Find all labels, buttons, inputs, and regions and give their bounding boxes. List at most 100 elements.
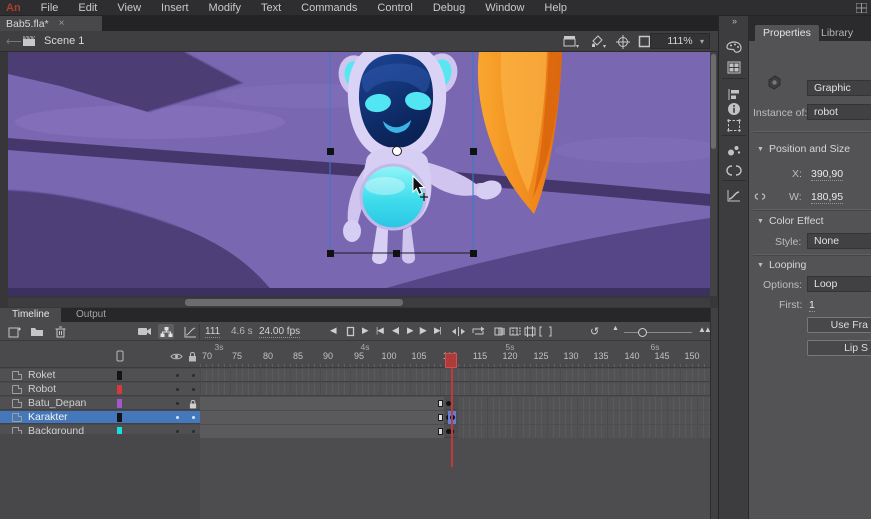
step-forward-button[interactable]: |▶ — [419, 325, 426, 336]
loop-options-select[interactable]: Loop — [807, 276, 871, 292]
show-hide-all-layers-icon[interactable] — [170, 352, 183, 361]
layer-visibility-dot[interactable] — [176, 416, 179, 419]
w-value[interactable]: 180,95 — [811, 191, 843, 204]
layer-outline-color-swatch[interactable] — [117, 413, 122, 422]
section-color-effect[interactable]: ▼Color Effect — [757, 215, 824, 227]
show-parenting-view-button[interactable] — [158, 324, 174, 339]
menu-file[interactable]: File — [31, 2, 69, 14]
timeline-zoom-in-icon[interactable]: ▲▲ — [698, 325, 710, 334]
layer-row-karakter[interactable]: Karakter — [0, 411, 200, 424]
color-panel-icon[interactable] — [725, 39, 743, 57]
frame-view-graph-button[interactable] — [182, 324, 198, 339]
menu-insert[interactable]: Insert — [151, 2, 199, 14]
layer-lock-dot[interactable] — [192, 374, 195, 377]
zoom-chevron-down-icon[interactable]: ▾ — [700, 37, 704, 46]
center-stage-icon[interactable] — [616, 35, 630, 52]
layer-lock-dot[interactable] — [192, 388, 195, 391]
section-collapse-icon[interactable]: ▼ — [757, 146, 764, 153]
motion-editor-panel-icon[interactable] — [725, 186, 743, 204]
brush-library-panel-icon[interactable] — [725, 141, 743, 159]
frames-row-background[interactable] — [200, 425, 710, 438]
delete-layer-button[interactable] — [52, 324, 68, 339]
step-back-button[interactable]: ◀| — [392, 325, 399, 336]
link-width-height-icon[interactable] — [751, 187, 769, 205]
tab-timeline[interactable]: Timeline — [0, 308, 61, 322]
x-value[interactable]: 390,90 — [811, 168, 843, 181]
layer-row-roket[interactable]: Roket — [0, 369, 200, 382]
play-button[interactable]: ▶ — [407, 325, 413, 336]
scrollbar-handle[interactable] — [711, 54, 716, 149]
menu-view[interactable]: View — [107, 2, 151, 14]
edit-scene-icon[interactable] — [563, 35, 579, 51]
stage-canvas[interactable] — [8, 52, 710, 296]
section-collapse-icon[interactable]: ▼ — [757, 218, 764, 225]
frame-rate-field[interactable]: 24.00 fps — [259, 326, 300, 338]
menu-window[interactable]: Window — [475, 2, 534, 14]
frame-span-end-marker[interactable] — [438, 400, 443, 407]
menu-help[interactable]: Help — [534, 2, 577, 14]
step-back-frame-icon[interactable]: ◀ — [330, 325, 336, 336]
center-playhead-button[interactable] — [450, 324, 466, 339]
collapse-panels-icon[interactable]: » — [732, 16, 736, 26]
new-layer-button[interactable] — [6, 324, 22, 339]
frames-row-karakter[interactable] — [200, 411, 710, 424]
tab-output[interactable]: Output — [66, 308, 116, 322]
layer-locked-icon[interactable] — [189, 399, 197, 409]
menu-edit[interactable]: Edit — [68, 2, 107, 14]
section-position-and-size[interactable]: ▼Position and Size — [757, 143, 850, 155]
scrollbar-handle[interactable] — [185, 299, 403, 306]
timeline-frames-area[interactable]: 3s 4s 5s 6s 70 75 80 85 90 95 100 105 11… — [200, 341, 710, 519]
loop-playback-button[interactable] — [470, 324, 486, 339]
workspace-switcher-icon[interactable] — [856, 3, 867, 13]
section-collapse-icon[interactable]: ▼ — [757, 262, 764, 269]
timeline-zoom-slider-knob[interactable] — [638, 328, 647, 337]
step-forward-frame-icon[interactable]: ▶ — [362, 325, 368, 336]
selection-handle-left[interactable] — [327, 148, 334, 155]
layer-visibility-dot[interactable] — [176, 430, 179, 433]
playhead-marker[interactable] — [445, 353, 457, 368]
layer-lock-dot[interactable] — [192, 430, 195, 433]
section-looping[interactable]: ▼Looping — [757, 259, 806, 271]
lip-syncing-button[interactable]: Lip S — [807, 340, 871, 356]
tab-library[interactable]: Library — [813, 25, 861, 41]
layer-row-robot[interactable]: Robot — [0, 383, 200, 396]
stage-horizontal-scrollbar[interactable] — [8, 298, 710, 307]
transform-point[interactable] — [393, 147, 402, 156]
layer-row-batu-depan[interactable]: Batu_Depan — [0, 397, 200, 410]
go-to-last-frame-button[interactable]: ▶| — [434, 325, 441, 336]
edit-symbols-icon[interactable] — [590, 35, 606, 51]
menu-commands[interactable]: Commands — [291, 2, 367, 14]
layer-outline-color-swatch[interactable] — [117, 385, 122, 394]
stage-vertical-scrollbar[interactable] — [710, 52, 717, 296]
add-camera-button[interactable] — [136, 324, 152, 339]
swatches-panel-icon[interactable] — [725, 58, 743, 76]
menu-modify[interactable]: Modify — [199, 2, 251, 14]
back-arrow-icon[interactable]: ⟵ — [6, 35, 22, 48]
menu-control[interactable]: Control — [367, 2, 422, 14]
layer-outline-color-swatch[interactable] — [117, 399, 122, 408]
timeline-vertical-scrollbar[interactable] — [710, 308, 718, 519]
timeline-zoom-slider[interactable] — [624, 332, 692, 333]
playhead-line[interactable] — [451, 368, 453, 467]
layer-lock-dot[interactable] — [192, 416, 195, 419]
onion-skin-icon[interactable] — [492, 324, 508, 339]
cc-libraries-panel-icon[interactable] — [725, 161, 743, 179]
new-folder-button[interactable] — [29, 324, 45, 339]
go-to-first-frame-button[interactable]: |◀ — [376, 325, 383, 336]
reset-timeline-zoom-button[interactable]: ↺ — [590, 325, 599, 338]
document-tab[interactable]: Bab5.fla* × — [0, 16, 102, 31]
frames-row-roket[interactable] — [200, 369, 710, 382]
menu-debug[interactable]: Debug — [423, 2, 475, 14]
layer-outline-color-swatch[interactable] — [117, 371, 122, 380]
frames-row-batu-depan[interactable] — [200, 397, 710, 410]
selection-handle-bottom-right[interactable] — [470, 250, 477, 257]
layer-visibility-dot[interactable] — [176, 374, 179, 377]
lock-unlock-all-layers-icon[interactable] — [188, 351, 197, 362]
instance-name-field[interactable]: robot — [807, 104, 871, 120]
menu-text[interactable]: Text — [251, 2, 291, 14]
close-document-icon[interactable]: × — [59, 18, 65, 29]
current-frame-field[interactable]: 111 — [205, 326, 220, 338]
selection-handle-bottom-center[interactable] — [393, 250, 400, 257]
frame-span-end-marker[interactable] — [438, 414, 443, 421]
frame-span-end-marker[interactable] — [438, 428, 443, 435]
